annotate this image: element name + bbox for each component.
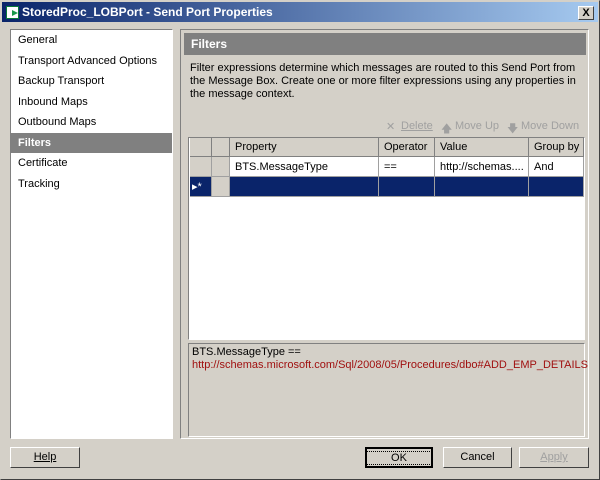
title-bar: StoredProc_LOBPort - Send Port Propertie…: [2, 2, 598, 22]
nav-item-backup-transport[interactable]: Backup Transport: [11, 71, 172, 92]
column-header-property[interactable]: Property: [230, 138, 379, 157]
panel-description: Filter expressions determine which messa…: [190, 62, 576, 100]
move-up-button[interactable]: Move Up: [455, 120, 499, 132]
cell-group-by[interactable]: And: [529, 157, 584, 177]
send-port-icon: [6, 6, 19, 19]
new-row-marker: ▸*: [190, 177, 212, 197]
cell-operator[interactable]: ==: [379, 157, 435, 177]
expression-preview: BTS.MessageType == http://schemas.micros…: [188, 343, 588, 437]
delete-icon: ✕: [386, 121, 396, 133]
new-row[interactable]: ▸*: [190, 177, 584, 197]
nav-item-transport-advanced-options[interactable]: Transport Advanced Options: [11, 51, 172, 72]
help-button[interactable]: Help: [10, 447, 80, 468]
column-header-group-by[interactable]: Group by: [529, 138, 584, 157]
grid-header-row: Property Operator Value Group by: [190, 138, 584, 157]
apply-label: Apply: [540, 451, 568, 463]
nav-list: General Transport Advanced Options Backu…: [10, 29, 173, 439]
filters-panel: Filters Filter expressions determine whi…: [180, 29, 589, 439]
move-down-button[interactable]: Move Down: [521, 120, 579, 132]
cell-property[interactable]: BTS.MessageType: [230, 157, 379, 177]
panel-header: Filters: [184, 33, 586, 55]
nav-item-inbound-maps[interactable]: Inbound Maps: [11, 92, 172, 113]
filter-grid: Property Operator Value Group by BTS.Mes…: [188, 137, 585, 340]
nav-item-certificate[interactable]: Certificate: [11, 153, 172, 174]
window-title: StoredProc_LOBPort - Send Port Propertie…: [22, 5, 273, 19]
nav-item-outbound-maps[interactable]: Outbound Maps: [11, 112, 172, 133]
cell-value[interactable]: http://schemas....: [435, 157, 529, 177]
nav-item-filters[interactable]: Filters: [11, 132, 172, 153]
nav-item-tracking[interactable]: Tracking: [11, 174, 172, 195]
apply-button[interactable]: Apply: [519, 447, 589, 468]
close-button[interactable]: X: [578, 6, 594, 20]
help-label: Help: [33, 451, 57, 463]
ok-button[interactable]: OK: [365, 447, 433, 468]
expression-line: BTS.MessageType ==: [192, 346, 301, 358]
table-row[interactable]: BTS.MessageType == http://schemas.... An…: [190, 157, 584, 177]
nav-item-general[interactable]: General: [11, 30, 172, 51]
cancel-button[interactable]: Cancel: [443, 447, 512, 468]
ok-label: OK: [366, 451, 432, 465]
delete-button[interactable]: Delete: [401, 120, 433, 132]
column-header-value[interactable]: Value: [435, 138, 529, 157]
column-header-operator[interactable]: Operator: [379, 138, 435, 157]
expression-value: http://schemas.microsoft.com/Sql/2008/05…: [192, 359, 588, 371]
